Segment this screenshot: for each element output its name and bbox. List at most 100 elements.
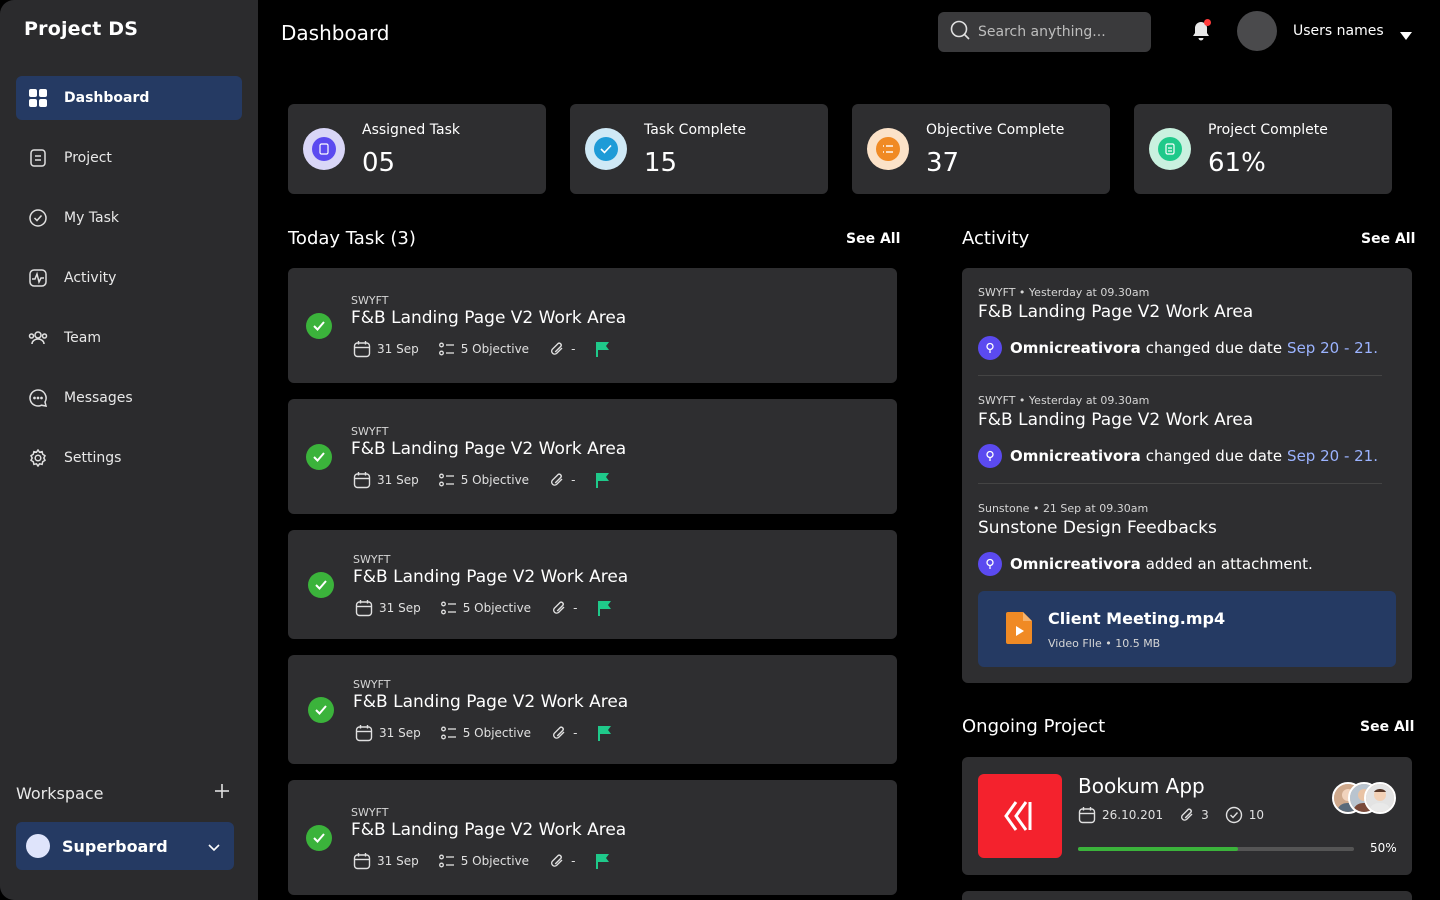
progress-fill	[1078, 847, 1239, 851]
task-complete-check-icon[interactable]	[306, 824, 332, 851]
task-objective: 5 Objective	[460, 854, 530, 868]
activity-panel: SWYFT • Yesterday at 09.30am F&B Landing…	[962, 268, 1412, 683]
sidebar-item-label: Activity	[64, 270, 117, 286]
paperclip-icon	[1181, 808, 1193, 821]
task-company: SWYFT	[351, 425, 389, 438]
task-objective: 5 Objective	[462, 601, 532, 615]
task-complete-check-icon[interactable]	[306, 312, 332, 339]
calendar-icon	[353, 853, 371, 870]
task-title[interactable]: F&B Landing Page V2 Work Area	[351, 820, 626, 840]
file-attachment[interactable]: Client Meeting.mp4 Video FIle • 10.5 MB	[978, 591, 1396, 667]
task-complete-check-icon[interactable]	[308, 696, 334, 723]
sidebar-item-project[interactable]: Project	[16, 136, 242, 180]
notification-badge	[1204, 19, 1211, 26]
team-avatars[interactable]	[1332, 782, 1398, 816]
activity-company: SWYFT	[978, 286, 1016, 299]
user-pin-icon	[978, 552, 1002, 576]
flag-icon[interactable]	[597, 725, 619, 741]
task-complete-icon	[585, 128, 627, 170]
workspace-select[interactable]: Superboard	[16, 822, 234, 870]
project-date: 26.10.201	[1102, 808, 1164, 822]
ongoing-see-all-link[interactable]: See All	[1360, 719, 1414, 735]
activity-user[interactable]: Omnicreativora	[1010, 555, 1141, 573]
flag-icon[interactable]	[595, 853, 617, 869]
search-placeholder: Search anything...	[978, 24, 1106, 40]
activity-date: Sep 20 - 21.	[1287, 339, 1378, 357]
activity-time: 21 Sep at 09.30am	[1042, 502, 1149, 515]
flag-icon[interactable]	[595, 341, 617, 357]
search-input[interactable]: Search anything...	[938, 12, 1151, 52]
task-objective: 5 Objective	[460, 342, 530, 356]
activity-user[interactable]: Omnicreativora	[1010, 339, 1141, 357]
stat-card-objective-complete[interactable]: Objective Complete 37	[852, 104, 1110, 194]
sidebar-item-activity[interactable]: Activity	[16, 256, 242, 300]
activity-entry[interactable]: SWYFT • Yesterday at 09.30am F&B Landing…	[978, 394, 1396, 468]
stat-card-assigned-task[interactable]: Assigned Task 05	[288, 104, 546, 194]
project-complete-icon	[1149, 128, 1191, 170]
task-company: SWYFT	[353, 678, 391, 691]
task-objective: 5 Objective	[462, 726, 532, 740]
gear-icon	[28, 448, 48, 468]
task-title[interactable]: F&B Landing Page V2 Work Area	[353, 692, 628, 712]
user-avatar[interactable]	[1237, 11, 1277, 51]
sidebar-nav: Dashboard Project My Task Activity Team	[16, 76, 242, 496]
activity-icon	[28, 268, 48, 288]
bookum-logo-icon	[978, 774, 1062, 858]
stat-value: 15	[644, 148, 678, 178]
sidebar-item-my-task[interactable]: My Task	[16, 196, 242, 240]
sidebar-item-dashboard[interactable]: Dashboard	[16, 76, 242, 120]
sidebar-item-team[interactable]: Team	[16, 316, 242, 360]
user-name[interactable]: Users names	[1293, 23, 1384, 39]
task-title[interactable]: F&B Landing Page V2 Work Area	[351, 308, 626, 328]
sidebar-item-label: Project	[64, 150, 112, 166]
flag-icon[interactable]	[597, 600, 619, 616]
activity-user[interactable]: Omnicreativora	[1010, 447, 1141, 465]
paperclip-icon	[551, 473, 563, 486]
avatar	[1364, 782, 1396, 814]
activity-see-all-link[interactable]: See All	[1361, 231, 1415, 247]
stat-card-project-complete[interactable]: Project Complete 61%	[1134, 104, 1392, 194]
calendar-icon	[1078, 807, 1096, 824]
task-card[interactable]: SWYFT F&B Landing Page V2 Work Area 31 S…	[288, 268, 897, 383]
today-task-title: Today Task (3)	[288, 228, 416, 249]
sidebar-item-label: Messages	[64, 390, 133, 406]
task-title[interactable]: F&B Landing Page V2 Work Area	[353, 567, 628, 587]
task-attachments: -	[573, 601, 578, 615]
task-attachments: -	[573, 726, 578, 740]
task-card[interactable]: SWYFT F&B Landing Page V2 Work Area 31 S…	[288, 399, 897, 514]
flag-icon[interactable]	[595, 472, 617, 488]
today-see-all-link[interactable]: See All	[846, 231, 900, 247]
caret-down-icon[interactable]	[1400, 26, 1412, 45]
workspace-avatar	[26, 834, 50, 858]
plus-icon	[215, 784, 229, 798]
grid-icon	[28, 88, 48, 108]
add-workspace-button[interactable]	[214, 780, 230, 805]
task-complete-check-icon[interactable]	[308, 571, 334, 598]
sidebar-item-label: Settings	[64, 450, 122, 466]
task-complete-check-icon[interactable]	[306, 443, 332, 470]
activity-action: changed due date	[1145, 339, 1283, 357]
paperclip-icon	[551, 854, 563, 867]
divider	[978, 375, 1382, 376]
file-type: Video FIle	[1048, 637, 1102, 650]
task-objective: 5 Objective	[460, 473, 530, 487]
activity-time: Yesterday at 09.30am	[1028, 286, 1150, 299]
project-card-partial[interactable]	[962, 891, 1412, 900]
activity-entry[interactable]: Sunstone • 21 Sep at 09.30am Sunstone De…	[978, 502, 1396, 576]
project-progress-bar	[1078, 847, 1354, 851]
stat-card-task-complete[interactable]: Task Complete 15	[570, 104, 828, 194]
activity-company: SWYFT	[978, 394, 1016, 407]
sidebar-item-label: Team	[64, 330, 102, 346]
task-card[interactable]: SWYFT F&B Landing Page V2 Work Area 31 S…	[288, 780, 897, 895]
objective-list-icon	[438, 473, 454, 487]
task-title[interactable]: F&B Landing Page V2 Work Area	[351, 439, 626, 459]
sidebar-item-messages[interactable]: Messages	[16, 376, 242, 420]
task-card[interactable]: SWYFT F&B Landing Page V2 Work Area 31 S…	[288, 655, 897, 764]
project-card[interactable]: Bookum App 26.10.201 3 10 50%	[962, 757, 1412, 875]
project-tasks: 10	[1248, 808, 1264, 822]
stat-value: 61%	[1208, 148, 1266, 178]
task-date: 31 Sep	[377, 473, 419, 487]
sidebar-item-settings[interactable]: Settings	[16, 436, 242, 480]
activity-entry[interactable]: SWYFT • Yesterday at 09.30am F&B Landing…	[978, 286, 1396, 360]
task-card[interactable]: SWYFT F&B Landing Page V2 Work Area 31 S…	[288, 530, 897, 639]
